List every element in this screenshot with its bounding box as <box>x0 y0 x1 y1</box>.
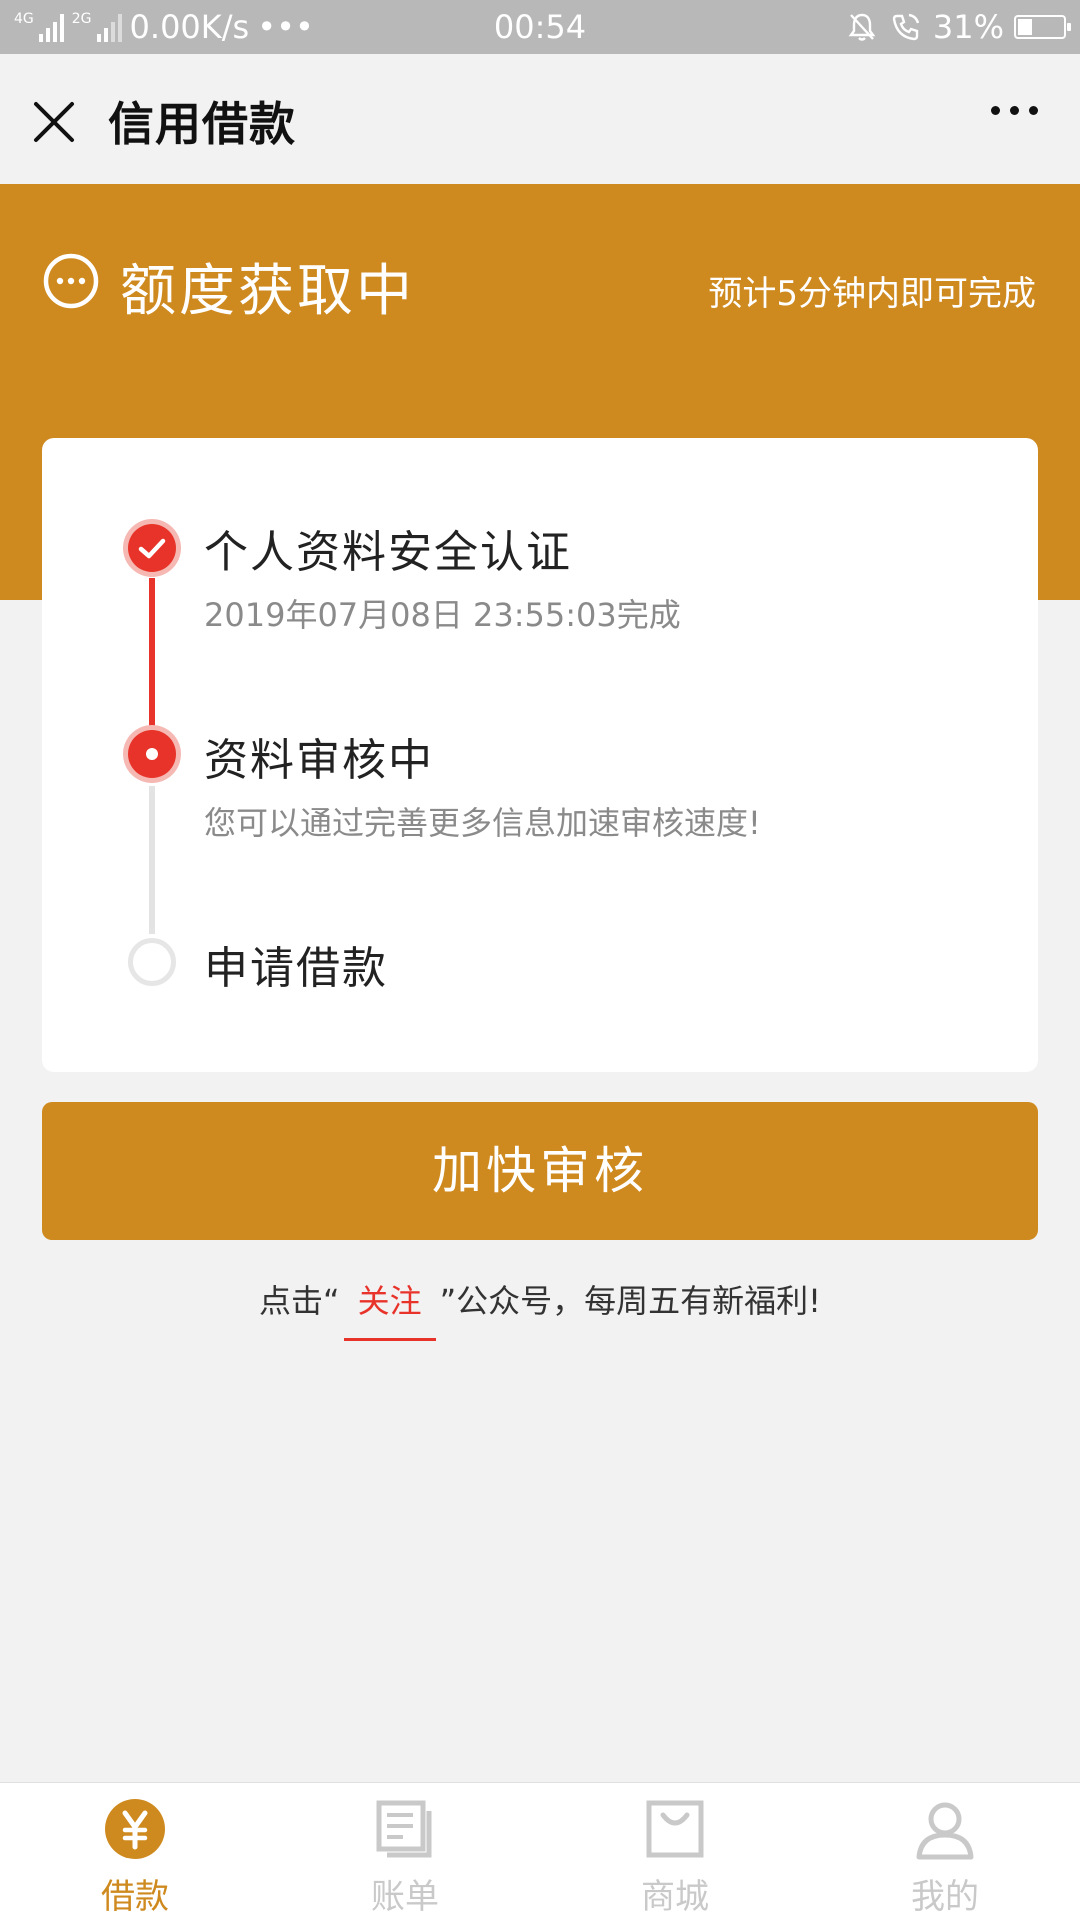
step-active-dot-icon <box>128 730 176 778</box>
step-title-2: 资料审核中 <box>204 735 434 786</box>
tab-shop[interactable]: 商城 <box>540 1783 810 1921</box>
tab-loan-label: 借款 <box>101 1877 169 1917</box>
follow-link[interactable]: 关注 <box>343 1276 436 1341</box>
status-right: 31% <box>845 8 1071 46</box>
shop-bag-icon <box>646 1800 704 1858</box>
tab-bill-label: 账单 <box>371 1877 439 1917</box>
bill-icon <box>376 1800 432 1858</box>
step-desc-1: 2019年07月08日 23:55:03完成 <box>204 596 681 634</box>
speed-up-review-button[interactable]: 加快审核 <box>42 1102 1038 1240</box>
step-connector-1 <box>149 578 155 728</box>
banner-eta: 预计5分钟内即可完成 <box>708 274 1036 314</box>
tab-mine-label: 我的 <box>911 1877 979 1917</box>
follow-promo-note: 点击“ 关注 ”公众号，每周五有新福利! <box>0 1276 1080 1341</box>
status-bar: 4G 2G 0.00K/s ••• 00:54 31% <box>0 0 1080 54</box>
battery-fill <box>1018 19 1032 35</box>
progress-card: 个人资料安全认证 2019年07月08日 23:55:03完成 资料审核中 您可… <box>42 438 1038 1072</box>
yen-icon <box>105 1799 165 1859</box>
tab-mine[interactable]: 我的 <box>810 1783 1080 1921</box>
user-icon <box>916 1802 974 1860</box>
step-connector-2 <box>149 786 155 934</box>
step-title-3: 申请借款 <box>204 943 388 994</box>
tab-shop-label: 商城 <box>641 1877 709 1917</box>
phone-call-icon <box>892 13 920 41</box>
bottom-tab-bar: 借款 账单 商城 我的 <box>0 1782 1080 1921</box>
more-options-icon[interactable] <box>991 106 1038 115</box>
step-title-1: 个人资料安全认证 <box>204 527 572 578</box>
step-pending-circle-icon <box>128 938 176 986</box>
tab-loan[interactable]: 借款 <box>0 1783 270 1921</box>
step-desc-2: 您可以通过完善更多信息加速审核速度! <box>204 804 761 842</box>
follow-note-suffix: ”公众号，每周五有新福利! <box>439 1282 822 1320</box>
pending-ellipsis-icon <box>43 253 99 309</box>
close-icon[interactable] <box>28 96 80 148</box>
bell-muted-icon <box>848 13 876 41</box>
step-done-check-icon <box>128 524 176 572</box>
banner-title: 额度获取中 <box>120 259 415 324</box>
battery-percent: 31% <box>932 8 1004 46</box>
tab-bill[interactable]: 账单 <box>270 1783 540 1921</box>
battery-icon <box>1014 15 1071 39</box>
nav-bar: 信用借款 <box>0 54 1080 184</box>
follow-note-prefix: 点击“ <box>258 1282 340 1320</box>
page-title: 信用借款 <box>108 97 296 151</box>
